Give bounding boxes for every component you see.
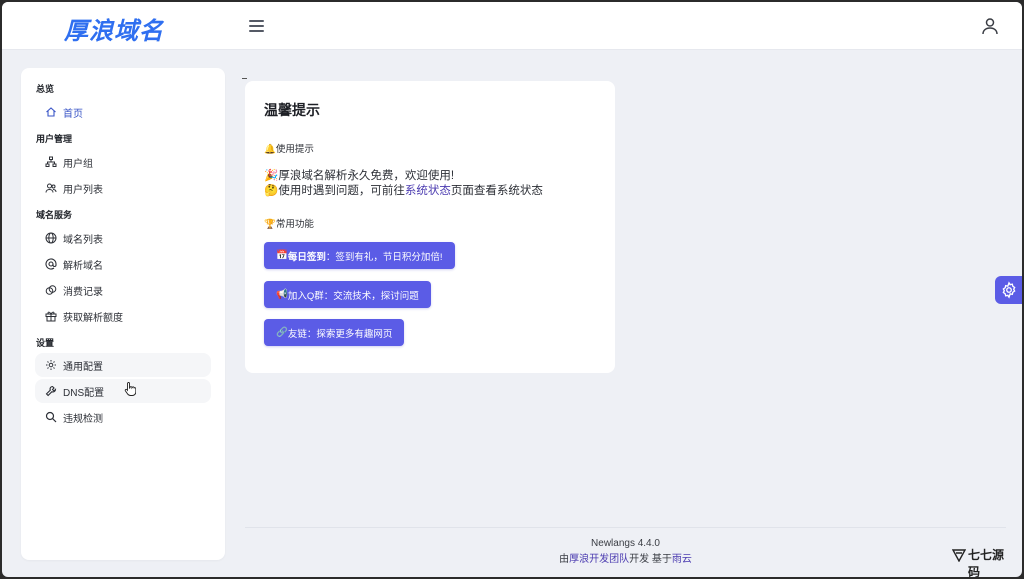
system-status-link[interactable]: 系统状态 bbox=[405, 185, 451, 197]
logo-mark-icon bbox=[952, 549, 966, 562]
brand-logo[interactable]: 厚浪域名 bbox=[64, 11, 164, 46]
app-window: 厚浪域名 总览 首页 用户管理 用户组 用户列表 域名服务 域名列表 解析域名 … bbox=[2, 2, 1022, 577]
floating-settings-button[interactable] bbox=[995, 276, 1022, 304]
sidebar-item-label: 违规检测 bbox=[63, 413, 103, 425]
party-popper-icon: 🎉 bbox=[264, 170, 279, 182]
sidebar-item-label: DNS配置 bbox=[63, 387, 105, 399]
rainyun-link[interactable]: 雨云 bbox=[672, 554, 692, 565]
at-icon bbox=[45, 258, 57, 270]
sidebar-item-label: 解析域名 bbox=[63, 260, 103, 272]
hamburger-icon[interactable] bbox=[248, 17, 266, 35]
home-icon bbox=[46, 107, 56, 117]
sitemap-icon bbox=[45, 156, 57, 167]
sidebar-item-label: 用户组 bbox=[63, 158, 93, 170]
search-icon bbox=[45, 411, 57, 423]
sidebar-item-violation-check[interactable]: 违规检测 bbox=[35, 405, 211, 429]
globe-icon bbox=[45, 232, 57, 244]
sidebar: 总览 首页 用户管理 用户组 用户列表 域名服务 域名列表 解析域名 消费记录 bbox=[21, 68, 225, 560]
gear-icon bbox=[46, 360, 56, 370]
wrench-icon bbox=[45, 385, 57, 397]
friend-links-button[interactable]: 🔗 友链 ：探索更多有趣网页 bbox=[264, 319, 405, 346]
features-heading: 🏆常用功能 bbox=[264, 219, 314, 230]
tip-free: 🎉厚浪域名解析永久免费，欢迎使用! bbox=[264, 170, 455, 182]
section-title-user-management: 用户管理 bbox=[36, 134, 73, 144]
sidebar-item-label: 用户列表 bbox=[63, 184, 103, 196]
sidebar-item-label: 首页 bbox=[63, 108, 83, 120]
tip-status: 🤔使用时遇到问题，可前往系统状态页面查看系统状态 bbox=[264, 185, 543, 197]
card-title: 温馨提示 bbox=[264, 102, 320, 118]
join-qq-group-button[interactable]: 📢 加入Q群 ：交流技术，探讨问题 bbox=[264, 281, 431, 308]
calendar-icon: 📅 bbox=[276, 250, 288, 261]
sidebar-item-label: 域名列表 bbox=[63, 234, 103, 246]
sidebar-item-billing-records[interactable]: 消费记录 bbox=[35, 278, 211, 302]
section-title-overview: 总览 bbox=[36, 84, 55, 94]
footer-divider bbox=[245, 527, 1006, 528]
link-icon: 🔗 bbox=[276, 327, 288, 338]
usage-heading: 🔔使用提示 bbox=[264, 144, 314, 155]
gear-icon bbox=[1002, 281, 1015, 299]
team-link[interactable]: 厚浪开发团队 bbox=[569, 554, 629, 565]
sidebar-item-label: 消费记录 bbox=[63, 286, 103, 298]
watermark-text: 七七源码 bbox=[968, 548, 1005, 577]
megaphone-icon: 📢 bbox=[276, 289, 288, 300]
section-title-settings: 设置 bbox=[36, 338, 55, 348]
sidebar-item-resolve-domain[interactable]: 解析域名 bbox=[35, 252, 211, 276]
top-bar: 厚浪域名 bbox=[2, 2, 1022, 50]
bell-icon: 🔔 bbox=[264, 144, 276, 155]
users-icon bbox=[45, 183, 57, 193]
sidebar-item-user-groups[interactable]: 用户组 bbox=[35, 150, 211, 174]
footer-version: Newlangs 4.4.0 bbox=[591, 538, 660, 549]
thinking-face-icon: 🤔 bbox=[264, 185, 279, 197]
coins-icon bbox=[45, 285, 57, 295]
section-title-domain-services: 域名服务 bbox=[36, 210, 73, 220]
hand-cursor-icon bbox=[124, 382, 136, 396]
divider bbox=[242, 78, 247, 79]
daily-checkin-button[interactable]: 📅 每日签到 ：签到有礼，节日积分加倍! bbox=[264, 242, 455, 269]
sidebar-item-label: 通用配置 bbox=[63, 361, 103, 373]
gift-icon bbox=[45, 311, 57, 322]
sidebar-item-get-quota[interactable]: 获取解析额度 bbox=[35, 304, 211, 328]
footer-credits: 由厚浪开发团队开发 基于雨云 bbox=[559, 554, 692, 565]
sidebar-item-general-config[interactable]: 通用配置 bbox=[35, 353, 211, 377]
notice-card: 温馨提示 🔔使用提示 🎉厚浪域名解析永久免费，欢迎使用! 🤔使用时遇到问题，可前… bbox=[245, 81, 615, 373]
sidebar-item-label: 获取解析额度 bbox=[63, 312, 123, 324]
watermark: 七七源码 bbox=[952, 546, 1014, 577]
sidebar-item-home[interactable]: 首页 bbox=[35, 100, 211, 124]
user-icon[interactable] bbox=[980, 16, 1000, 36]
sidebar-item-dns-config[interactable]: DNS配置 bbox=[35, 379, 211, 403]
sidebar-item-domain-list[interactable]: 域名列表 bbox=[35, 226, 211, 250]
trophy-icon: 🏆 bbox=[264, 219, 276, 230]
sidebar-item-user-list[interactable]: 用户列表 bbox=[35, 176, 211, 200]
